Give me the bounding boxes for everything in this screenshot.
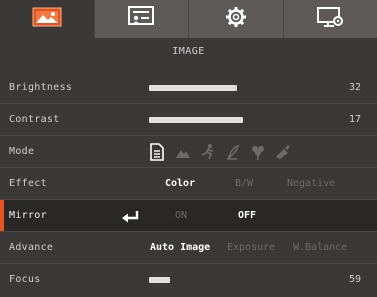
mode-label: Mode bbox=[9, 146, 35, 157]
focus-slider-fill bbox=[149, 277, 171, 283]
effect-option-negative[interactable]: Negative bbox=[287, 168, 335, 200]
mode-row[interactable]: Mode bbox=[0, 136, 377, 168]
section-title: IMAGE bbox=[172, 46, 205, 57]
focus-row[interactable]: Focus 59 bbox=[0, 264, 377, 296]
sports-mode-icon[interactable] bbox=[200, 143, 216, 161]
tab-settings[interactable] bbox=[189, 0, 284, 38]
tab-image[interactable] bbox=[0, 0, 95, 38]
tab-bar bbox=[0, 0, 377, 38]
advance-option-exposure[interactable]: Exposure bbox=[227, 232, 275, 264]
brightness-label: Brightness bbox=[9, 82, 73, 93]
selection-marker bbox=[0, 200, 4, 231]
focus-slider[interactable] bbox=[149, 277, 341, 283]
brightness-slider-fill bbox=[149, 85, 238, 91]
contrast-slider-fill bbox=[149, 117, 244, 123]
mirror-option-on[interactable]: ON bbox=[175, 200, 187, 232]
enter-arrow-icon[interactable] bbox=[121, 209, 141, 228]
brightness-slider[interactable] bbox=[149, 85, 341, 91]
gear-icon bbox=[225, 6, 247, 32]
mirror-option-off[interactable]: OFF bbox=[238, 200, 256, 232]
sketch-mode-icon[interactable] bbox=[225, 143, 241, 161]
brightness-row[interactable]: Brightness 32 bbox=[0, 72, 377, 104]
brightness-value: 32 bbox=[348, 82, 361, 93]
focus-value: 59 bbox=[348, 274, 361, 285]
mirror-label: Mirror bbox=[9, 210, 47, 221]
contrast-row[interactable]: Contrast 17 bbox=[0, 104, 377, 136]
advance-option-white-balance[interactable]: W.Balance bbox=[293, 232, 347, 264]
effect-label: Effect bbox=[9, 178, 47, 189]
tab-presentation[interactable] bbox=[94, 0, 189, 38]
mirror-row[interactable]: Mirror ON OFF bbox=[0, 200, 377, 232]
effect-option-color[interactable]: Color bbox=[165, 168, 195, 200]
tab-system[interactable] bbox=[283, 0, 377, 38]
effect-option-bw[interactable]: B/W bbox=[235, 168, 253, 200]
macro-mode-icon[interactable] bbox=[250, 143, 266, 161]
focus-label: Focus bbox=[9, 274, 41, 285]
image-icon bbox=[32, 7, 62, 31]
contrast-label: Contrast bbox=[9, 114, 60, 125]
mode-icons bbox=[150, 143, 291, 161]
advance-row[interactable]: Advance Auto Image Exposure W.Balance bbox=[0, 232, 377, 264]
advance-label: Advance bbox=[9, 242, 54, 253]
effect-row[interactable]: Effect Color B/W Negative bbox=[0, 168, 377, 200]
paint-mode-icon[interactable] bbox=[275, 143, 291, 161]
presentation-icon bbox=[127, 6, 155, 32]
landscape-mode-icon[interactable] bbox=[175, 143, 191, 161]
document-mode-icon[interactable] bbox=[150, 143, 166, 161]
advance-option-auto-image[interactable]: Auto Image bbox=[150, 232, 210, 264]
contrast-slider[interactable] bbox=[149, 117, 341, 123]
monitor-settings-icon bbox=[316, 6, 344, 32]
contrast-value: 17 bbox=[348, 114, 361, 125]
